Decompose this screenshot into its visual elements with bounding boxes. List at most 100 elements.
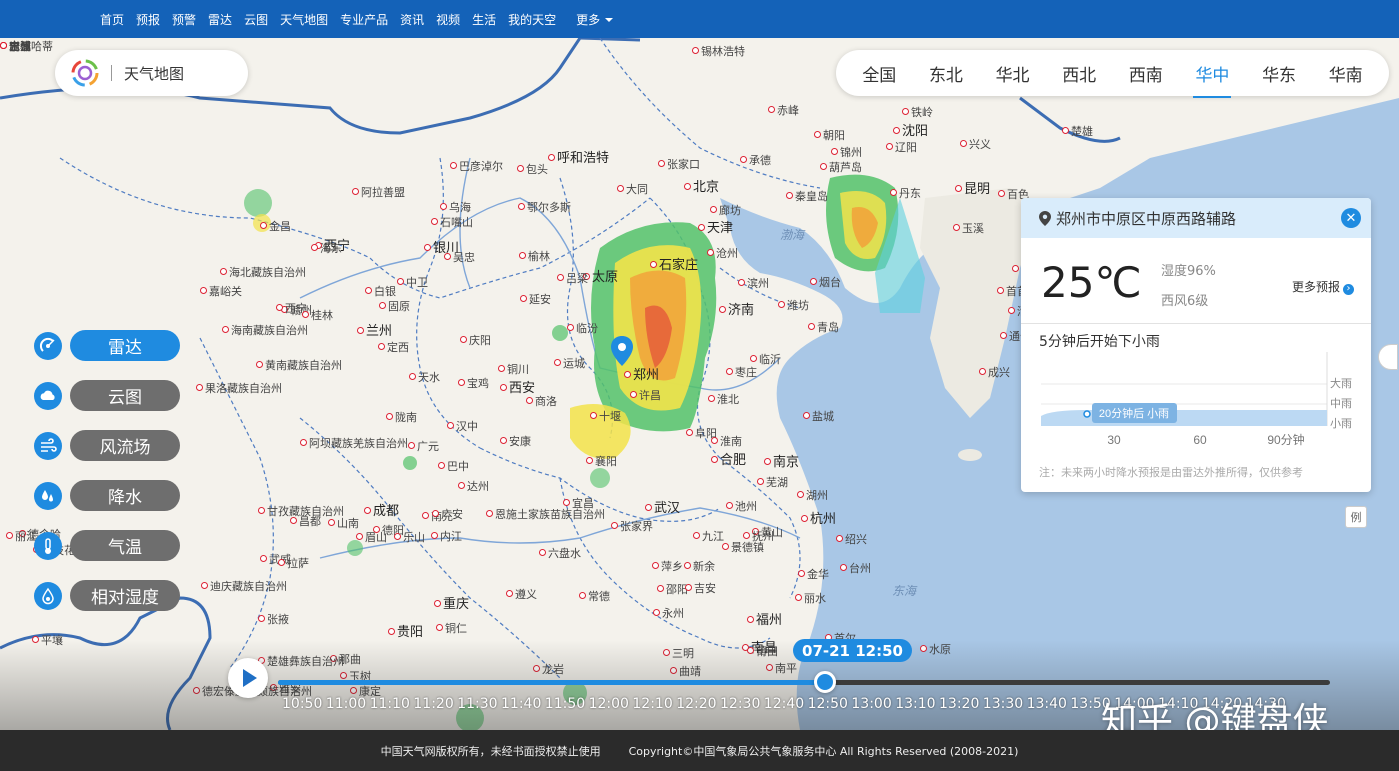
thermometer-icon[interactable] — [34, 532, 62, 560]
city-label: 合肥 — [711, 449, 746, 468]
city-label: 乌海 — [440, 199, 471, 215]
city-label: 吴忠 — [444, 249, 475, 265]
raindrop-icon[interactable] — [34, 482, 62, 510]
region-tab[interactable]: 全国 — [860, 57, 898, 90]
city-label: 兴义 — [960, 136, 991, 152]
region-label: 果洛藏族自治州 — [196, 380, 282, 396]
region-tab[interactable]: 东北 — [927, 57, 965, 90]
timeline-tick[interactable]: 12:30 — [720, 696, 760, 712]
city-label: 抚州 — [743, 528, 774, 544]
nav-item[interactable]: 云图 — [244, 11, 268, 28]
city-label: 眉山 — [356, 529, 387, 545]
more-forecast-link[interactable]: 更多预报 — [1292, 278, 1354, 295]
timeline-tick[interactable]: 13:30 — [983, 696, 1023, 712]
city-label: 大同 — [617, 181, 648, 197]
cloud-icon[interactable] — [34, 382, 62, 410]
timeline-tick[interactable]: 11:00 — [326, 696, 366, 712]
nav-item[interactable]: 预报 — [136, 11, 160, 28]
nav-item[interactable]: 雷达 — [208, 11, 232, 28]
city-label: 广元 — [408, 438, 439, 454]
tick-60: 60 — [1193, 433, 1207, 447]
city-label: 沈阳 — [893, 120, 928, 139]
layer-label[interactable]: 风流场 — [70, 430, 180, 461]
layer-button[interactable]: 雷达 — [30, 330, 190, 362]
close-icon[interactable]: ✕ — [1341, 208, 1361, 228]
layer-label[interactable]: 云图 — [70, 380, 180, 411]
level-moderate: 中雨 — [1330, 397, 1352, 410]
region-tab[interactable]: 华东 — [1260, 57, 1298, 90]
nav-item[interactable]: 生活 — [472, 11, 496, 28]
region-tabs: 全国 东北 华北 西北 西南 华中 华东 华南 — [836, 50, 1389, 98]
footer-copyright-en: Copyright©中国气象局公共气象服务中心 All Rights Reser… — [628, 744, 1019, 758]
national-border-north-2 — [579, 38, 641, 42]
timeline-progress — [278, 680, 825, 685]
region-tab[interactable]: 华中 — [1193, 57, 1232, 98]
layer-button[interactable]: 气温 — [30, 530, 190, 562]
nav-item[interactable]: 资讯 — [400, 11, 424, 28]
city-label: 襄阳 — [586, 453, 617, 469]
layer-label[interactable]: 雷达 — [70, 330, 180, 361]
city-label: 台州 — [840, 560, 871, 576]
map-zoom-control[interactable] — [1378, 344, 1398, 370]
layer-button[interactable]: 云图 — [30, 380, 190, 412]
timeline-tick[interactable]: 12:00 — [589, 696, 629, 712]
city-label: 十堰 — [590, 408, 621, 424]
timeline-tick[interactable]: 10:50 — [282, 696, 322, 712]
city-label: 秦皇岛 — [786, 188, 828, 204]
city-label: 延安 — [520, 291, 551, 307]
legend-button[interactable]: 例 — [1345, 506, 1367, 528]
city-label: 滨州 — [738, 275, 769, 291]
region-tab[interactable]: 华南 — [1327, 57, 1365, 90]
city-label: 兰州 — [357, 320, 392, 339]
city-label: 吉安 — [685, 580, 716, 596]
city-label: 锡林浩特 — [692, 43, 745, 59]
rain-message: 5分钟后开始下小雨 — [1039, 334, 1160, 350]
city-label: 昆明 — [955, 178, 990, 197]
timeline-tick[interactable]: 11:50 — [545, 696, 585, 712]
timeline-tick[interactable]: 13:10 — [895, 696, 935, 712]
logo-box[interactable]: 天气地图 — [55, 50, 248, 96]
city-label: 内江 — [431, 528, 462, 544]
layer-button[interactable]: 相对湿度 — [30, 580, 190, 612]
region-tab[interactable]: 西南 — [1127, 57, 1165, 90]
wind-icon[interactable] — [34, 432, 62, 460]
city-label: 杭州 — [801, 508, 836, 527]
city-label: 烟台 — [810, 274, 841, 290]
sea-label: 东海 — [892, 584, 917, 598]
nav-item[interactable]: 我的天空 — [508, 11, 556, 28]
timeline-tick[interactable]: 11:40 — [501, 696, 541, 712]
region-tab[interactable]: 华北 — [994, 57, 1032, 90]
layer-button[interactable]: 风流场 — [30, 430, 190, 462]
region-label: 西宁 — [276, 300, 307, 316]
timeline-tick[interactable]: 12:50 — [808, 696, 848, 712]
nav-more-dropdown[interactable]: 更多 — [576, 11, 613, 28]
timeline-tick[interactable]: 12:40 — [764, 696, 804, 712]
city-label: 陇南 — [386, 409, 417, 425]
timeline-tick[interactable]: 13:20 — [939, 696, 979, 712]
city-label: 嘉峪关 — [200, 283, 242, 299]
city-label: 鄂尔多斯 — [518, 199, 571, 215]
layer-label[interactable]: 降水 — [70, 480, 180, 511]
radar-icon[interactable] — [34, 332, 62, 360]
city-label: 济南 — [719, 299, 754, 318]
timeline-handle[interactable] — [814, 671, 836, 693]
layer-label[interactable]: 相对湿度 — [70, 580, 180, 611]
nav-item[interactable]: 视频 — [436, 11, 460, 28]
nav-item[interactable]: 预警 — [172, 11, 196, 28]
nav-item[interactable]: 专业产品 — [340, 11, 388, 28]
timeline-tick[interactable]: 13:40 — [1027, 696, 1067, 712]
timeline-tick[interactable]: 11:30 — [457, 696, 497, 712]
play-icon[interactable] — [228, 658, 268, 698]
layer-label[interactable]: 气温 — [70, 530, 180, 561]
city-label: 葫芦岛 — [820, 159, 862, 175]
nav-item[interactable]: 天气地图 — [280, 11, 328, 28]
layer-button[interactable]: 降水 — [30, 480, 190, 512]
timeline-tick[interactable]: 12:20 — [676, 696, 716, 712]
nav-item[interactable]: 首页 — [100, 11, 124, 28]
region-tab[interactable]: 西北 — [1060, 57, 1098, 90]
timeline-tick[interactable]: 13:00 — [851, 696, 891, 712]
timeline-tick[interactable]: 11:20 — [413, 696, 453, 712]
timeline-tick[interactable]: 11:10 — [370, 696, 410, 712]
timeline-tick[interactable]: 12:10 — [632, 696, 672, 712]
humidity-icon[interactable] — [34, 582, 62, 610]
